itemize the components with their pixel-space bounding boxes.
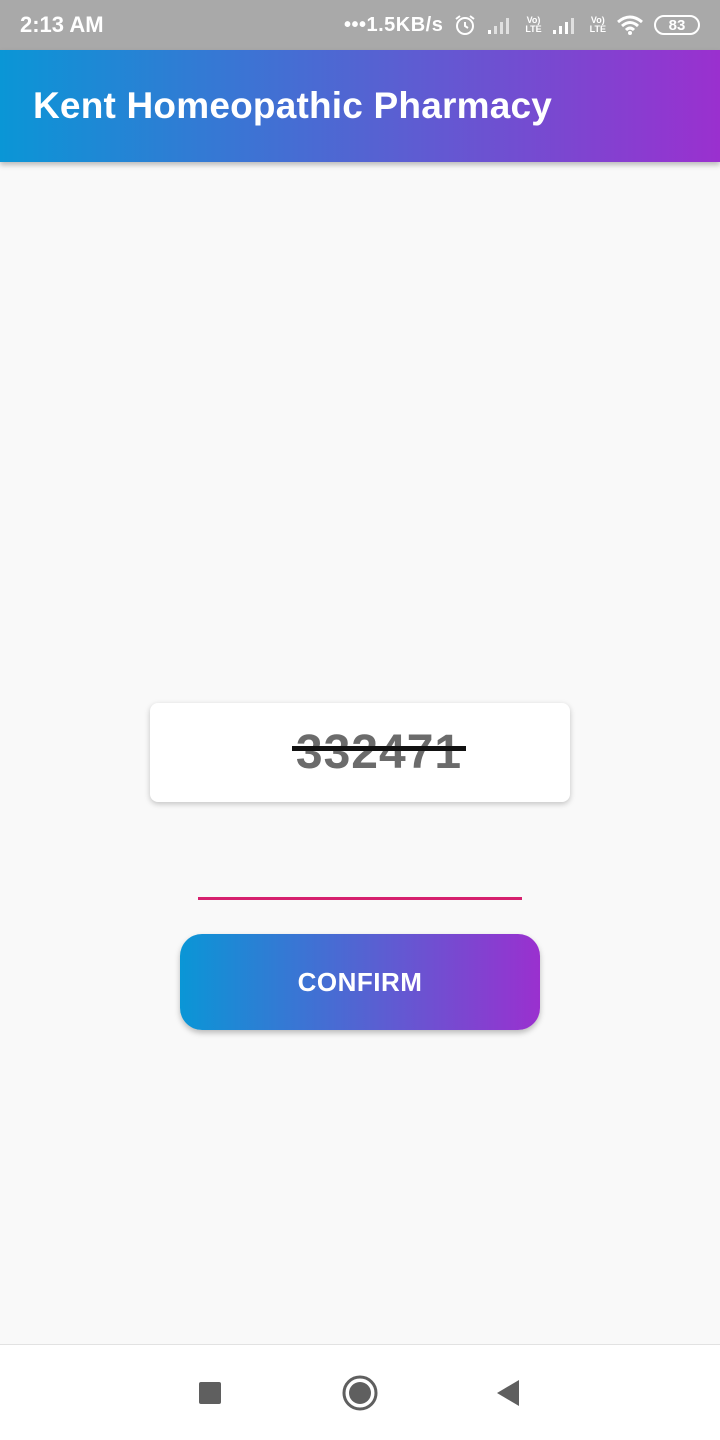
status-time: 2:13 AM bbox=[20, 12, 104, 37]
signal-icon bbox=[487, 15, 515, 35]
captcha-code: 332471 bbox=[291, 725, 467, 780]
home-circle-icon[interactable] bbox=[340, 1373, 380, 1413]
navigation-bar bbox=[0, 1344, 720, 1440]
recents-square-icon[interactable] bbox=[192, 1375, 228, 1411]
back-triangle-icon[interactable] bbox=[490, 1375, 526, 1411]
captcha-code-text: 332471 bbox=[295, 726, 463, 779]
network-speed: •••1.5KB/s bbox=[343, 13, 444, 36]
status-bar: 2:13 AM •••1.5KB/s Vo) LTE Vo) LTE 83 bbox=[0, 0, 720, 50]
volte-icon: Vo) LTE bbox=[589, 15, 606, 34]
captcha-strike-line bbox=[291, 746, 467, 751]
battery-icon: 83 bbox=[654, 15, 700, 35]
wifi-icon bbox=[616, 14, 644, 36]
code-input[interactable] bbox=[198, 858, 522, 900]
confirm-button[interactable]: CONFIRM bbox=[180, 934, 540, 1030]
alarm-icon bbox=[453, 13, 477, 37]
captcha-card: 332471 bbox=[150, 703, 570, 802]
volte-icon: Vo) LTE bbox=[525, 15, 542, 34]
app-bar: Kent Homeopathic Pharmacy bbox=[0, 50, 720, 162]
signal-icon bbox=[552, 15, 580, 35]
status-icons: •••1.5KB/s Vo) LTE Vo) LTE 83 bbox=[344, 13, 700, 37]
app-title: Kent Homeopathic Pharmacy bbox=[33, 85, 553, 126]
